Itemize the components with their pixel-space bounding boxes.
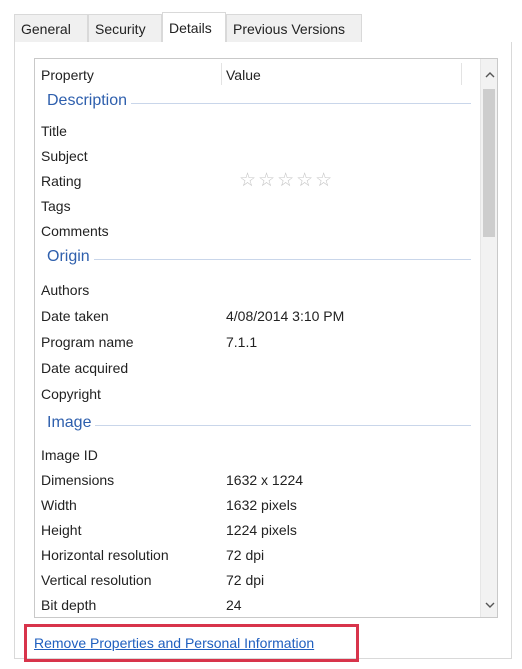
property-name: Image ID	[41, 447, 98, 463]
property-name: Dimensions	[41, 472, 115, 488]
property-row-vertical-resolution[interactable]: Vertical resolution 72 dpi	[35, 568, 481, 593]
group-title: Origin	[47, 248, 94, 266]
property-row-program-name[interactable]: Program name 7.1.1	[35, 330, 481, 355]
properties-list[interactable]: Property Value Description Title Subject…	[34, 58, 498, 618]
property-row-horizontal-resolution[interactable]: Horizontal resolution 72 dpi	[35, 543, 481, 568]
tab-previous-versions[interactable]: Previous Versions	[226, 14, 362, 42]
property-column-header[interactable]: Property	[41, 67, 94, 83]
property-value: 72 dpi	[226, 547, 265, 563]
property-row-rating[interactable]: Rating ☆☆☆☆☆	[35, 169, 481, 194]
chevron-down-icon[interactable]	[481, 598, 497, 615]
property-value: 1632 x 1224	[226, 472, 304, 488]
tab-strip: General Security Details Previous Versio…	[14, 12, 362, 43]
property-name: Title	[41, 123, 67, 139]
group-description: Description	[35, 90, 481, 116]
rating-stars[interactable]: ☆☆☆☆☆	[239, 169, 334, 192]
scrollbar-thumb[interactable]	[483, 89, 495, 237]
group-divider	[47, 425, 471, 426]
column-header: Property Value	[35, 59, 481, 89]
column-divider[interactable]	[221, 63, 222, 85]
property-name: Width	[41, 497, 77, 513]
property-row-copyright[interactable]: Copyright	[35, 382, 481, 407]
property-name: Vertical resolution	[41, 572, 152, 588]
chevron-up-icon[interactable]	[481, 67, 497, 84]
property-value: 72 dpi	[226, 572, 265, 588]
property-value: 4/08/2014 3:10 PM	[226, 308, 345, 324]
tab-general[interactable]: General	[14, 14, 88, 42]
property-name: Tags	[41, 198, 71, 214]
property-value: 24	[226, 597, 242, 613]
group-title: Description	[47, 92, 132, 110]
group-image: Image	[35, 412, 481, 438]
property-name: Subject	[41, 148, 88, 164]
property-name: Height	[41, 522, 82, 538]
property-row-comments[interactable]: Comments	[35, 219, 481, 244]
property-row-date-taken[interactable]: Date taken 4/08/2014 3:10 PM	[35, 304, 481, 329]
property-name: Bit depth	[41, 597, 97, 613]
property-name: Date taken	[41, 308, 109, 324]
property-name: Rating	[41, 173, 82, 189]
property-name: Date acquired	[41, 360, 129, 376]
group-origin: Origin	[35, 246, 481, 272]
property-name: Horizontal resolution	[41, 547, 169, 563]
column-divider[interactable]	[461, 63, 462, 85]
tab-security[interactable]: Security	[88, 14, 162, 42]
property-value: 1632 pixels	[226, 497, 297, 513]
property-row-date-acquired[interactable]: Date acquired	[35, 356, 481, 381]
property-value: 1224 pixels	[226, 522, 297, 538]
property-name: Comments	[41, 223, 109, 239]
vertical-scrollbar[interactable]	[480, 59, 497, 617]
property-row-authors[interactable]: Authors	[35, 278, 481, 303]
property-row-height[interactable]: Height 1224 pixels	[35, 518, 481, 543]
property-name: Program name	[41, 334, 134, 350]
property-row-tags[interactable]: Tags	[35, 194, 481, 219]
property-row-image-id[interactable]: Image ID	[35, 443, 481, 468]
value-column-header[interactable]: Value	[226, 67, 261, 83]
property-row-subject[interactable]: Subject	[35, 144, 481, 169]
group-divider	[47, 259, 471, 260]
property-row-bit-depth[interactable]: Bit depth 24	[35, 593, 481, 617]
property-name: Authors	[41, 282, 90, 298]
tab-details[interactable]: Details	[162, 12, 226, 43]
property-name: Copyright	[41, 386, 101, 402]
property-row-title[interactable]: Title	[35, 119, 481, 144]
remove-properties-link[interactable]: Remove Properties and Personal Informati…	[34, 635, 314, 651]
group-title: Image	[47, 414, 96, 432]
property-value: 7.1.1	[226, 334, 258, 350]
property-row-dimensions[interactable]: Dimensions 1632 x 1224	[35, 468, 481, 493]
property-row-width[interactable]: Width 1632 pixels	[35, 493, 481, 518]
